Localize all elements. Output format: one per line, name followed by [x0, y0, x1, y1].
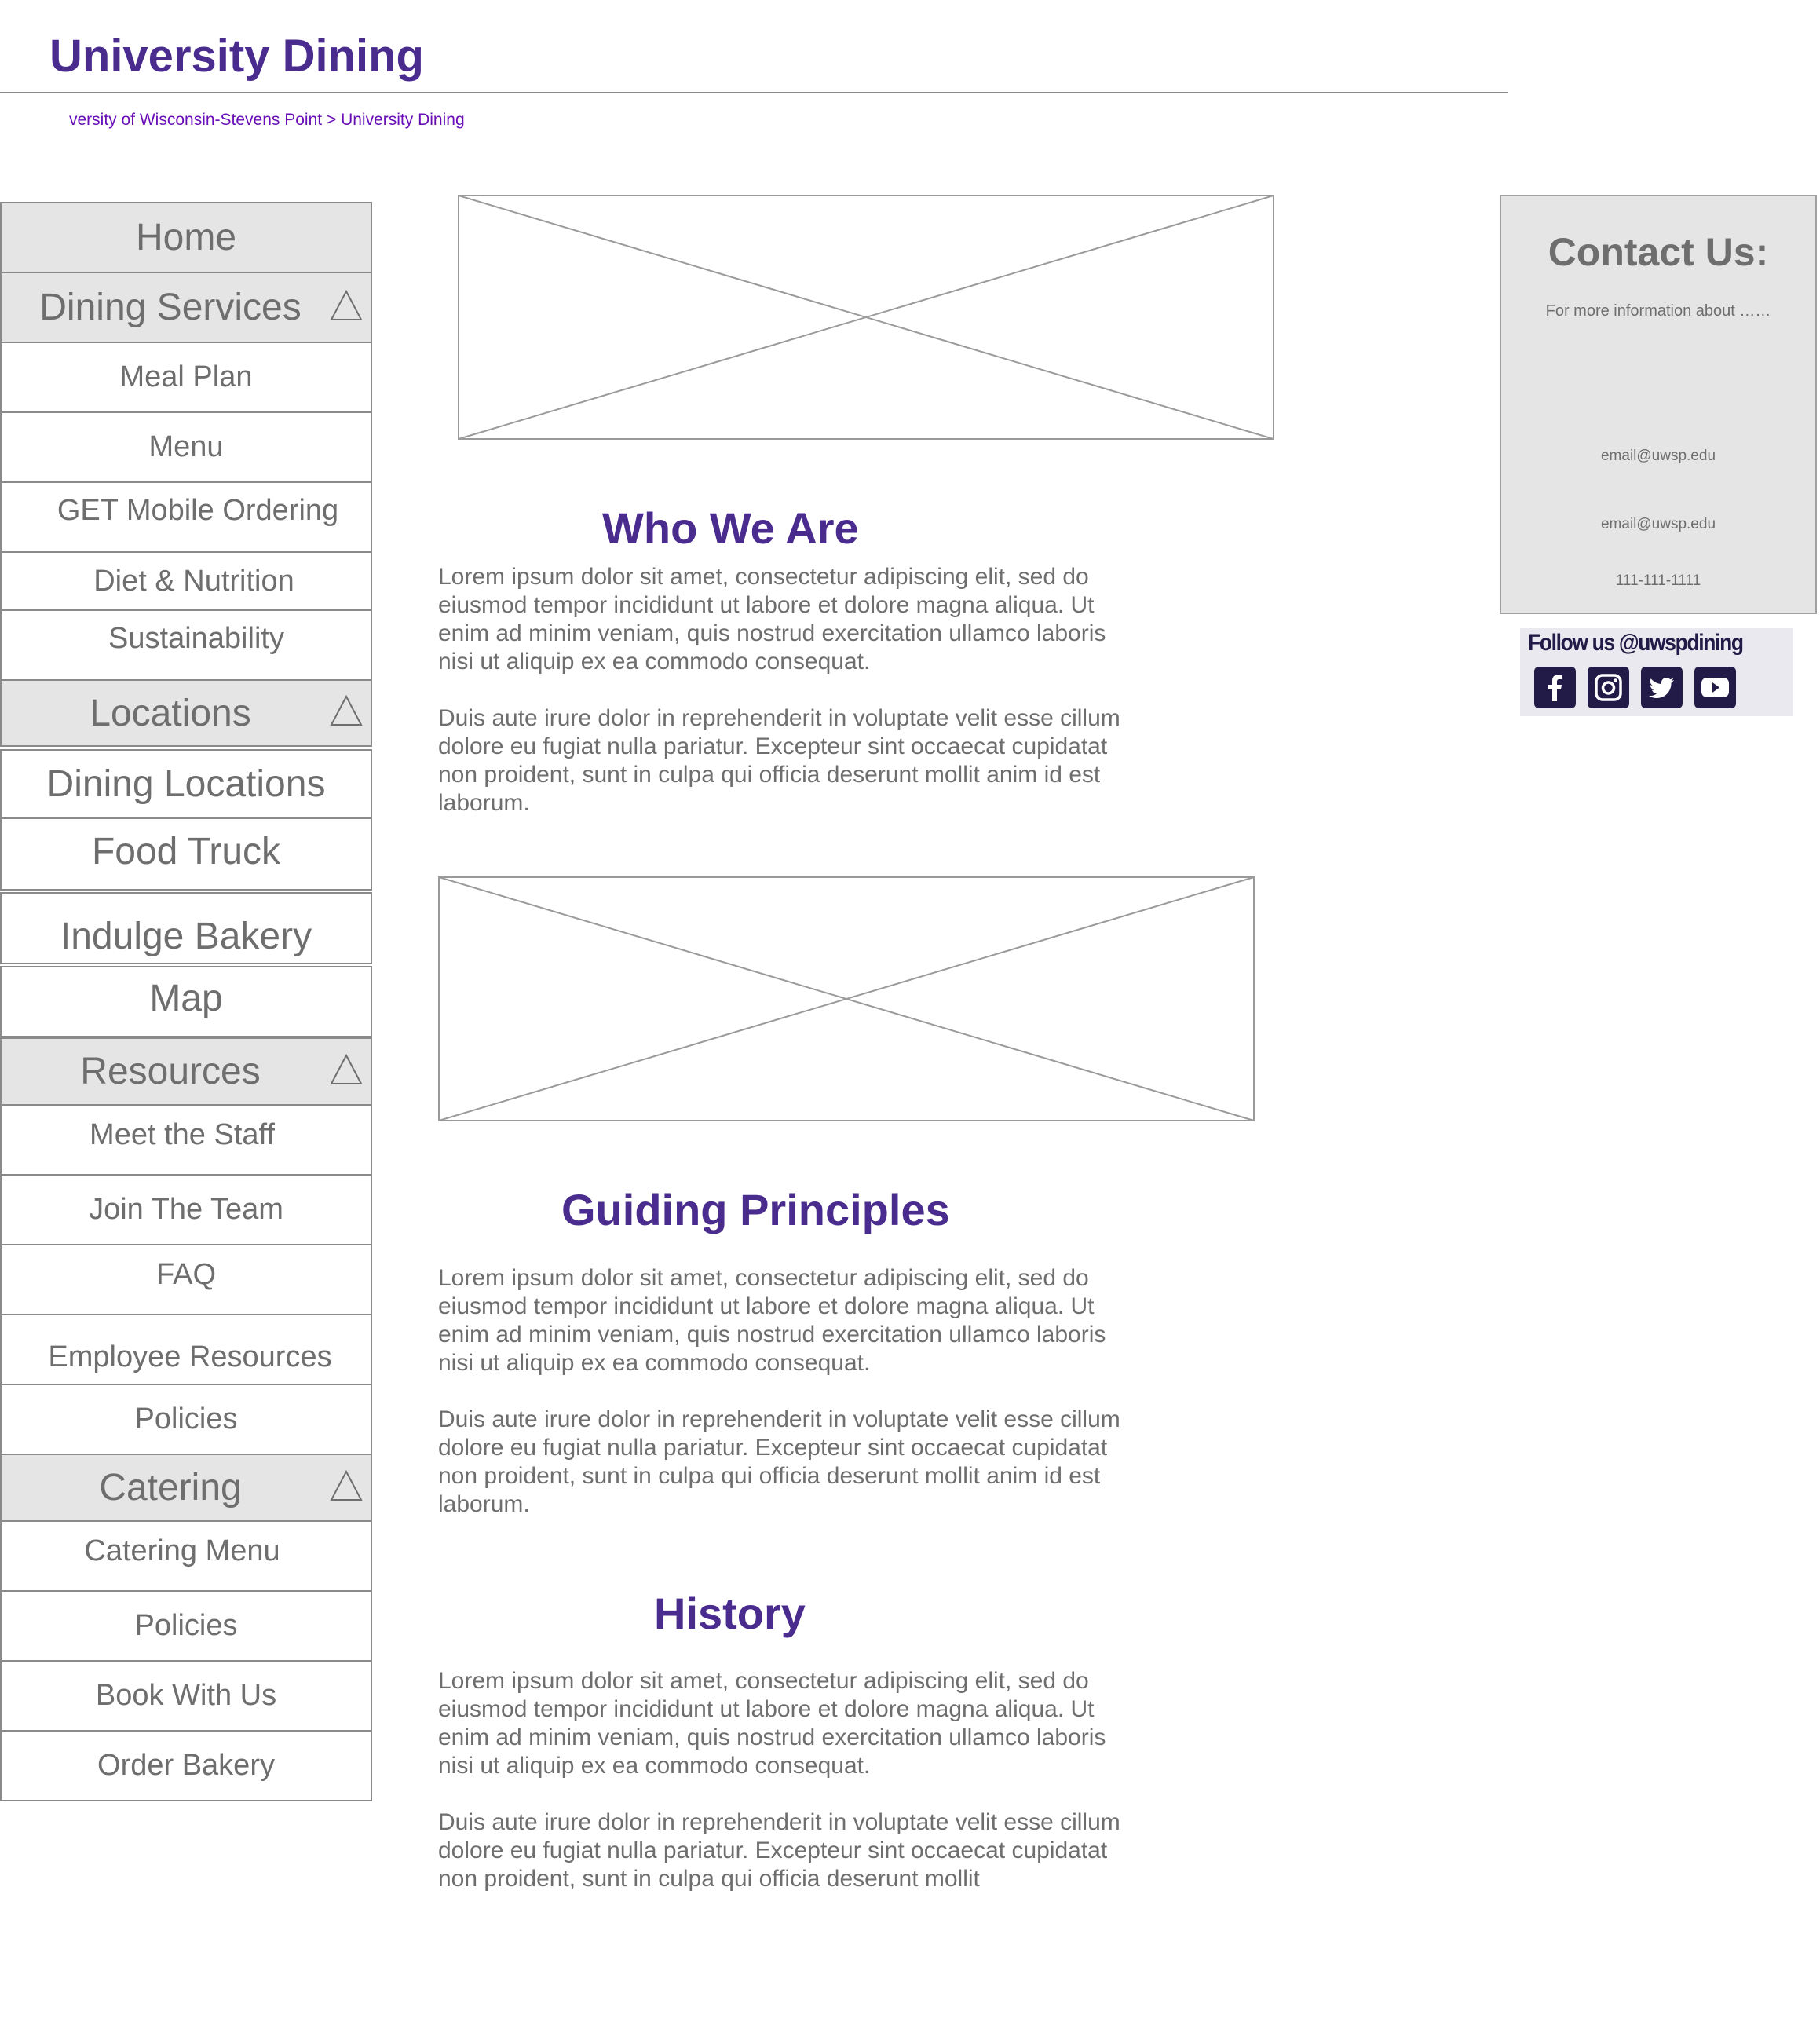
sidebar-item-label: Meet the Staff: [90, 1118, 275, 1151]
sidebar-item-label: Food Truck: [91, 831, 281, 872]
sidebar-item-home[interactable]: Home: [0, 202, 372, 273]
sidebar-item-resources[interactable]: Resources: [0, 1037, 372, 1106]
sidebar-item-label: Meal Plan: [119, 360, 253, 393]
sidebar-item-diet-nutrition[interactable]: Diet & Nutrition: [0, 551, 372, 611]
sidebar-item-policies[interactable]: Policies: [0, 1384, 372, 1455]
sidebar-item-label: FAQ: [155, 1258, 217, 1291]
sidebar-item-meal-plan[interactable]: Meal Plan: [0, 342, 372, 413]
social-panel: Follow us @uwspdining: [1520, 628, 1793, 716]
guiding-principles-paragraph-1: Lorem ipsum dolor sit amet, consectetur …: [438, 1265, 1106, 1376]
breadcrumb: versity of Wisconsin-Stevens Point > Uni…: [69, 111, 465, 130]
sidebar-item-meet-the-staff[interactable]: Meet the Staff: [0, 1104, 372, 1176]
section-heading-who-we-are: Who We Are: [602, 503, 859, 553]
sidebar-item-dining-services[interactable]: Dining Services: [0, 272, 372, 343]
sidebar-item-indulge-bakery[interactable]: Indulge Bakery: [0, 892, 372, 964]
sidebar-item-label: Policies: [134, 1402, 238, 1435]
section-heading-guiding-principles: Guiding Principles: [561, 1185, 950, 1234]
guiding-principles-paragraph-2: Duis aute irure dolor in reprehenderit i…: [438, 1406, 1120, 1517]
sidebar-item-label: Policies: [134, 1609, 238, 1642]
sidebar-item-catering[interactable]: Catering: [0, 1454, 372, 1522]
contact-email-1[interactable]: email@uwsp.edu: [1501, 448, 1815, 465]
sidebar-item-label: Map: [149, 978, 223, 1019]
breadcrumb-separator: >: [326, 111, 337, 129]
contact-panel: Contact Us: For more information about ……: [1500, 195, 1817, 614]
site-title: University Dining: [49, 31, 424, 82]
sidebar-item-label: Menu: [148, 430, 224, 463]
sidebar-item-label: Catering: [99, 1467, 242, 1509]
sidebar-item-dining-locations[interactable]: Dining Locations: [0, 749, 372, 819]
expand-triangle-icon[interactable]: [330, 1469, 363, 1502]
sidebar-item-book-with-us[interactable]: Book With Us: [0, 1660, 372, 1732]
sidebar-item-label: Home: [135, 217, 237, 258]
sidebar-item-label: Sustainability: [108, 622, 284, 655]
sidebar-item-label: Resources: [80, 1051, 261, 1092]
image-placeholder-top: [458, 195, 1274, 440]
sidebar-item-label: Locations: [90, 692, 251, 734]
sidebar-item-sustainability[interactable]: Sustainability: [0, 609, 372, 681]
twitter-icon[interactable]: [1641, 667, 1683, 708]
facebook-icon[interactable]: [1534, 667, 1576, 708]
follow-label: Follow us @uwspdining: [1528, 630, 1744, 656]
sidebar-item-menu[interactable]: Menu: [0, 411, 372, 483]
youtube-icon[interactable]: [1694, 667, 1736, 708]
sidebar-item-order-bakery[interactable]: Order Bakery: [0, 1730, 372, 1801]
who-we-are-paragraph-2: Duis aute irure dolor in reprehenderit i…: [438, 705, 1120, 816]
sidebar-item-label: Book With Us: [95, 1679, 277, 1712]
header-divider: [0, 92, 1508, 93]
sidebar-item-join-the-team[interactable]: Join The Team: [0, 1174, 372, 1245]
sidebar-item-map[interactable]: Map: [0, 966, 372, 1037]
history-paragraph-2: Duis aute irure dolor in reprehenderit i…: [438, 1809, 1120, 1892]
expand-triangle-icon[interactable]: [330, 289, 363, 322]
image-placeholder-middle: [438, 876, 1255, 1121]
sidebar-item-locations[interactable]: Locations: [0, 679, 372, 747]
sidebar-item-label: Diet & Nutrition: [93, 564, 294, 598]
expand-triangle-icon[interactable]: [330, 694, 363, 727]
history-paragraph-1: Lorem ipsum dolor sit amet, consectetur …: [438, 1668, 1106, 1779]
sidebar-item-employee-resources[interactable]: Employee Resources: [0, 1314, 372, 1385]
sidebar-item-label: Catering Menu: [84, 1534, 280, 1567]
breadcrumb-link-parent[interactable]: versity of Wisconsin-Stevens Point: [69, 111, 322, 129]
contact-email-2[interactable]: email@uwsp.edu: [1501, 516, 1815, 533]
sidebar-item-catering-policies[interactable]: Policies: [0, 1590, 372, 1662]
sidebar-item-food-truck[interactable]: Food Truck: [0, 817, 372, 891]
section-heading-history: History: [654, 1589, 806, 1638]
sidebar-item-label: Join The Team: [89, 1193, 283, 1226]
sidebar-item-label: Indulge Bakery: [60, 916, 312, 957]
sidebar-item-label: GET Mobile Ordering: [57, 494, 339, 527]
breadcrumb-link-current[interactable]: University Dining: [341, 111, 465, 129]
sidebar-item-faq[interactable]: FAQ: [0, 1244, 372, 1315]
sidebar-item-label: Order Bakery: [97, 1749, 275, 1782]
sidebar-item-get-mobile-ordering[interactable]: GET Mobile Ordering: [0, 481, 372, 553]
contact-description: For more information about ……: [1545, 302, 1771, 320]
instagram-icon[interactable]: [1588, 667, 1629, 708]
sidebar-item-label: Dining Services: [39, 287, 302, 328]
expand-triangle-icon[interactable]: [330, 1053, 363, 1086]
contact-title: Contact Us:: [1548, 230, 1769, 274]
who-we-are-paragraph-1: Lorem ipsum dolor sit amet, consectetur …: [438, 564, 1106, 675]
sidebar-item-catering-menu[interactable]: Catering Menu: [0, 1520, 372, 1592]
contact-phone[interactable]: 111-111-1111: [1501, 572, 1815, 590]
sidebar-item-label: Dining Locations: [46, 763, 326, 805]
sidebar-item-label: Employee Resources: [48, 1340, 332, 1373]
